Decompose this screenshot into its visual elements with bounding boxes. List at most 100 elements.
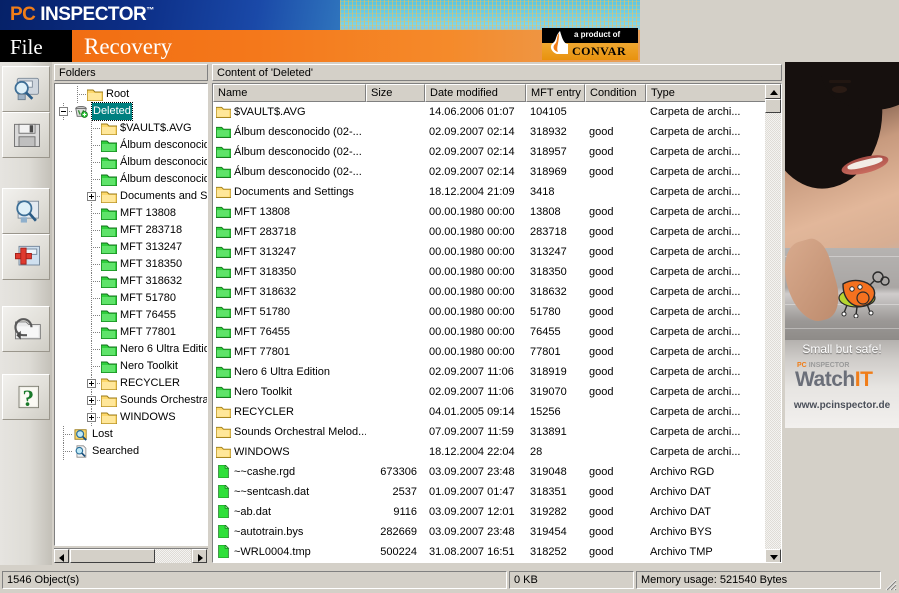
table-row[interactable]: MFT 313247 00.00.1980 00:00 313247 good Carp… bbox=[213, 242, 781, 262]
resize-grip-icon[interactable] bbox=[883, 577, 897, 591]
tree-node[interactable]: Nero 6 Ultra Edition bbox=[55, 341, 207, 358]
tree-node[interactable]: Root bbox=[55, 86, 207, 103]
folder-tree[interactable]: Root Deleted $VAULT$.AVG Álbum desconocido Á… bbox=[54, 83, 208, 546]
tree-node[interactable]: MFT 77801 bbox=[55, 324, 207, 341]
table-row[interactable]: ~~cashe.rgd 673306 03.09.2007 23:48 319048 g… bbox=[213, 462, 781, 482]
vscroll-track[interactable] bbox=[765, 99, 781, 549]
column-header-condition[interactable]: Condition bbox=[585, 84, 646, 102]
column-header-date-modified[interactable]: Date modified bbox=[425, 84, 526, 102]
table-row[interactable]: Álbum desconocido (02-... 02.09.2007 02:1… bbox=[213, 162, 781, 182]
tree-expand-icon[interactable] bbox=[87, 396, 96, 405]
tree-expand-icon[interactable] bbox=[87, 192, 96, 201]
column-header-type[interactable]: Type bbox=[646, 84, 767, 102]
table-row[interactable]: Nero Toolkit 02.09.2007 11:06 319070 good Ca… bbox=[213, 382, 781, 402]
tree-expand-icon[interactable] bbox=[87, 413, 96, 422]
cell-size: 2537 bbox=[392, 486, 417, 498]
tree-node[interactable]: MFT 76455 bbox=[55, 307, 207, 324]
folder-tree-hscrollbar[interactable] bbox=[54, 548, 208, 563]
vscroll-down-button[interactable] bbox=[765, 549, 781, 562]
tree-node-label: MFT 283718 bbox=[120, 224, 183, 236]
tree-connector bbox=[91, 366, 101, 367]
toolbar-help-button[interactable]: ? bbox=[2, 374, 50, 420]
cell-type: Carpeta de archi... bbox=[650, 366, 741, 378]
tree-node[interactable]: MFT 318632 bbox=[55, 273, 207, 290]
table-row[interactable]: Álbum desconocido (02-... 02.09.2007 02:1… bbox=[213, 122, 781, 142]
toolbar-find-lost-data-button[interactable] bbox=[2, 188, 50, 234]
cell-name: MFT 77801 bbox=[234, 346, 291, 358]
table-row[interactable]: MFT 318632 00.00.1980 00:00 318632 good Carp… bbox=[213, 282, 781, 302]
tree-node[interactable]: Álbum desconocido bbox=[55, 154, 207, 171]
tree-node-label: MFT 77801 bbox=[120, 326, 177, 338]
toolbar-recover-deleted-files-button[interactable] bbox=[2, 234, 50, 280]
cell-condition: good bbox=[589, 266, 614, 278]
tree-node[interactable]: MFT 283718 bbox=[55, 222, 207, 239]
tree-node[interactable]: MFT 51780 bbox=[55, 290, 207, 307]
table-row[interactable]: Nero 6 Ultra Edition 02.09.2007 11:06 3189… bbox=[213, 362, 781, 382]
file-list-vscrollbar[interactable] bbox=[765, 84, 781, 562]
cell-mft-entry: 313891 bbox=[530, 426, 567, 438]
table-row[interactable]: Sounds Orchestral Melod... 07.09.2007 11:… bbox=[213, 422, 781, 442]
cell-name: ~~sentcash.dat bbox=[234, 486, 310, 498]
table-row[interactable]: WINDOWS 18.12.2004 22:04 28 Carpeta de arch… bbox=[213, 442, 781, 462]
table-row[interactable]: ~autotrain.bys 282669 03.09.2007 23:48 3194… bbox=[213, 522, 781, 542]
table-row[interactable]: MFT 318350 00.00.1980 00:00 318350 good Carp… bbox=[213, 262, 781, 282]
folder-yellow-icon bbox=[101, 191, 117, 203]
table-row[interactable]: MFT 13808 00.00.1980 00:00 13808 good Carpet… bbox=[213, 202, 781, 222]
tree-node[interactable]: $VAULT$.AVG bbox=[55, 120, 207, 137]
table-row[interactable]: ~~sentcash.dat 2537 01.09.2007 01:47 318351… bbox=[213, 482, 781, 502]
tree-node[interactable]: Sounds Orchestral bbox=[55, 392, 207, 409]
toolbar-find-lost-drive-button[interactable] bbox=[2, 66, 50, 112]
folder-yellow-icon bbox=[101, 123, 117, 135]
tree-node[interactable]: WINDOWS bbox=[55, 409, 207, 426]
table-row[interactable]: Documents and Settings 18.12.2004 21:09 34… bbox=[213, 182, 781, 202]
save-icon bbox=[14, 123, 40, 147]
tree-node[interactable]: Álbum desconocido bbox=[55, 171, 207, 188]
ad-url-link[interactable]: www.pcinspector.de bbox=[785, 400, 899, 411]
cell-date-modified: 04.01.2005 09:14 bbox=[429, 406, 515, 418]
hscroll-left-button[interactable] bbox=[54, 549, 69, 563]
tree-node-label: RECYCLER bbox=[120, 377, 180, 389]
hscroll-thumb[interactable] bbox=[70, 549, 155, 563]
ad-photo-eyebrow bbox=[829, 80, 851, 83]
tree-node[interactable]: MFT 13808 bbox=[55, 205, 207, 222]
tree-node[interactable]: Deleted bbox=[55, 102, 207, 121]
vscroll-thumb[interactable] bbox=[765, 99, 781, 113]
tree-collapse-icon[interactable] bbox=[59, 107, 68, 116]
table-row[interactable]: Álbum desconocido (02-... 02.09.2007 02:1… bbox=[213, 142, 781, 162]
tree-node[interactable]: Nero Toolkit bbox=[55, 358, 207, 375]
tree-node[interactable]: Documents and Se bbox=[55, 188, 207, 205]
tree-node[interactable]: Searched bbox=[55, 443, 207, 460]
hscroll-right-button[interactable] bbox=[192, 549, 207, 563]
table-row[interactable]: MFT 51780 00.00.1980 00:00 51780 good Carpet… bbox=[213, 302, 781, 322]
table-row[interactable]: RECYCLER 04.01.2005 09:14 15256 Carpeta de … bbox=[213, 402, 781, 422]
file-menu-label[interactable]: File bbox=[10, 34, 43, 60]
tree-node[interactable]: RECYCLER bbox=[55, 375, 207, 392]
file-list[interactable]: Name Size Date modified MFT entry Condition T… bbox=[212, 83, 782, 563]
tree-node[interactable]: Álbum desconocido bbox=[55, 137, 207, 154]
vscroll-up-button[interactable] bbox=[765, 84, 781, 99]
table-row[interactable]: ~ab.dat 9116 03.09.2007 12:01 319282 good Arc… bbox=[213, 502, 781, 522]
cell-type: Carpeta de archi... bbox=[650, 306, 741, 318]
column-header-mft-entry[interactable]: MFT entry bbox=[526, 84, 585, 102]
file-list-rows[interactable]: $VAULT$.AVG 14.06.2006 01:07 104105 Carpeta… bbox=[213, 102, 781, 563]
tree-node[interactable]: Lost bbox=[55, 426, 207, 443]
table-row[interactable]: $VAULT$.AVG 14.06.2006 01:07 104105 Carpeta… bbox=[213, 102, 781, 122]
folder-green-icon bbox=[216, 206, 231, 218]
advertisement-panel[interactable]: Small but safe! PC INSPECTOR WatchIT www… bbox=[785, 62, 899, 428]
tree-node[interactable]: MFT 313247 bbox=[55, 239, 207, 256]
toolbar-save-button[interactable] bbox=[2, 112, 50, 158]
column-header-size[interactable]: Size bbox=[366, 84, 425, 102]
tree-node[interactable]: MFT 318350 bbox=[55, 256, 207, 273]
table-row[interactable]: MFT 77801 00.00.1980 00:00 77801 good Carpet… bbox=[213, 342, 781, 362]
table-row[interactable]: 0000022503_q32007_3...55120 01.09.2007 01… bbox=[213, 562, 781, 563]
column-header-name[interactable]: Name bbox=[213, 84, 366, 102]
toolbar-undelete-folder-button[interactable] bbox=[2, 306, 50, 352]
cell-condition: good bbox=[589, 206, 614, 218]
table-row[interactable]: MFT 283718 00.00.1980 00:00 283718 good Carp… bbox=[213, 222, 781, 242]
tree-expand-icon[interactable] bbox=[87, 379, 96, 388]
table-row[interactable]: MFT 76455 00.00.1980 00:00 76455 good Carpet… bbox=[213, 322, 781, 342]
table-row[interactable]: ~WRL0004.tmp 500224 31.08.2007 16:51 318252… bbox=[213, 542, 781, 562]
tree-connector bbox=[91, 264, 101, 265]
file-list-column-headers: Name Size Date modified MFT entry Condition T… bbox=[213, 84, 781, 102]
app-header: PC INSPECTOR™ File Recovery a product of… bbox=[0, 0, 899, 62]
